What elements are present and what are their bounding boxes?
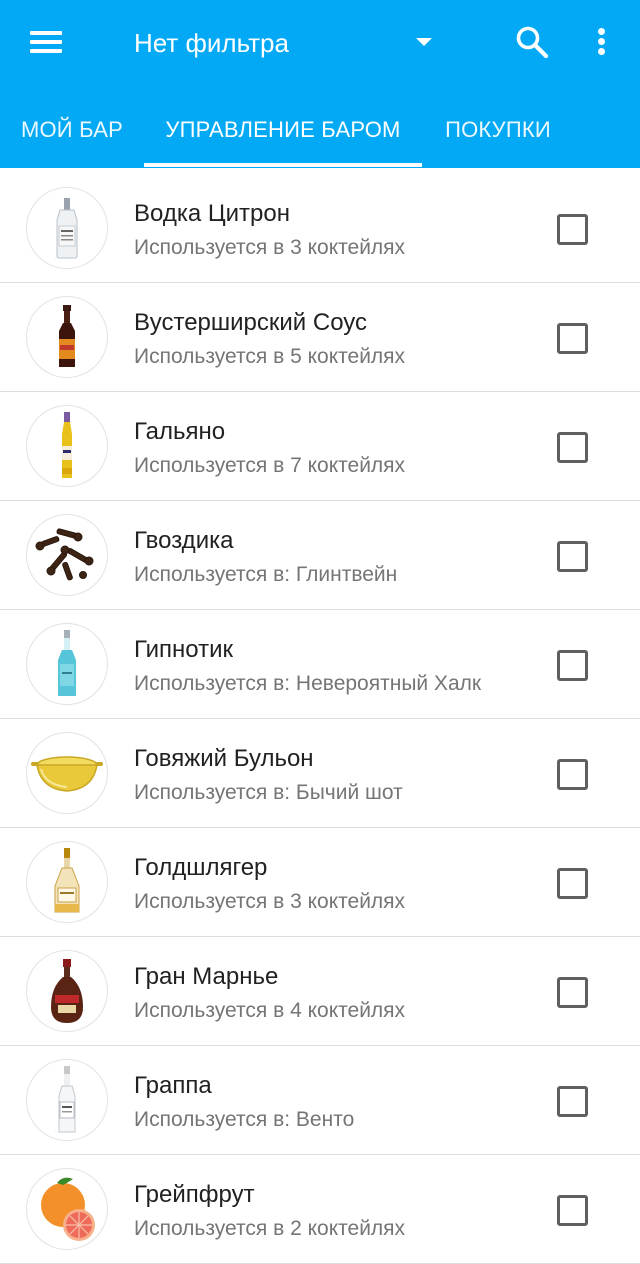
- tab-shopping[interactable]: ПОКУПКИ: [422, 100, 574, 160]
- list-item[interactable]: Гран Марнье Используется в 4 коктейлях: [0, 937, 640, 1046]
- ingredient-usage: Используется в 4 коктейлях: [134, 999, 406, 1022]
- list-item[interactable]: Голдшлягер Используется в 3 коктейлях: [0, 828, 640, 937]
- in-bar-checkbox[interactable]: [557, 650, 588, 681]
- ingredient-usage: Используется в: Бычий шот: [134, 781, 403, 804]
- ingredient-name: Вустерширский Соус: [134, 309, 368, 336]
- in-bar-checkbox[interactable]: [557, 323, 588, 354]
- vodka-bottle-image: [26, 187, 108, 269]
- list-item[interactable]: Гипнотик Используется в: Невероятный Хал…: [0, 610, 640, 719]
- list-item[interactable]: Говяжий Бульон Используется в: Бычий шот: [0, 719, 640, 828]
- broth-bowl-image: [26, 732, 108, 814]
- ingredient-usage: Используется в 2 коктейлях: [134, 1217, 406, 1240]
- ingredient-usage: Используется в 7 коктейлях: [134, 454, 406, 477]
- in-bar-checkbox[interactable]: [557, 868, 588, 899]
- ingredient-usage: Используется в: Невероятный Халк: [134, 672, 482, 695]
- ingredient-name: Гран Марнье: [134, 963, 279, 990]
- grapefruit-image: [26, 1168, 108, 1250]
- tab-bar-management[interactable]: УПРАВЛЕНИЕ БАРОМ: [144, 100, 422, 160]
- ingredient-usage: Используется в 3 коктейлях: [134, 890, 406, 913]
- in-bar-checkbox[interactable]: [557, 214, 588, 245]
- grand-marnier-bottle-image: [26, 950, 108, 1032]
- in-bar-checkbox[interactable]: [557, 1195, 588, 1226]
- ingredient-list: Водка Цитрон Используется в 3 коктейлях …: [0, 174, 640, 1264]
- ingredient-name: Водка Цитрон: [134, 200, 290, 227]
- in-bar-checkbox[interactable]: [557, 541, 588, 572]
- ingredient-name: Грейпфрут: [134, 1181, 255, 1208]
- hpnotiq-bottle-image: [26, 623, 108, 705]
- app-bar: Нет фильтра МОЙ БАР УПРАВЛЕНИЕ БАРОМ ПОК…: [0, 0, 640, 168]
- list-item[interactable]: Водка Цитрон Используется в 3 коктейлях: [0, 174, 640, 283]
- list-item[interactable]: Гвоздика Используется в: Глинтвейн: [0, 501, 640, 610]
- active-tab-indicator: [144, 163, 422, 167]
- goldschlager-bottle-image: [26, 841, 108, 923]
- ingredient-name: Гвоздика: [134, 527, 234, 554]
- more-vertical-icon[interactable]: [590, 24, 614, 60]
- sauce-bottle-image: [26, 296, 108, 378]
- in-bar-checkbox[interactable]: [557, 977, 588, 1008]
- search-icon[interactable]: [514, 24, 550, 60]
- filter-dropdown[interactable]: Нет фильтра: [134, 22, 434, 64]
- ingredient-usage: Используется в 3 коктейлях: [134, 236, 406, 259]
- ingredient-usage: Используется в: Глинтвейн: [134, 563, 398, 586]
- in-bar-checkbox[interactable]: [557, 1086, 588, 1117]
- cloves-image: [26, 514, 108, 596]
- ingredient-name: Гальяно: [134, 418, 226, 445]
- dropdown-arrow-icon: [416, 38, 432, 46]
- in-bar-checkbox[interactable]: [557, 759, 588, 790]
- ingredient-name: Гипнотик: [134, 636, 234, 663]
- grappa-bottle-image: [26, 1059, 108, 1141]
- list-item[interactable]: Грейпфрут Используется в 2 коктейлях: [0, 1155, 640, 1264]
- ingredient-name: Говяжий Бульон: [134, 745, 314, 772]
- ingredient-name: Граппа: [134, 1072, 212, 1099]
- ingredient-usage: Используется в: Венто: [134, 1108, 355, 1131]
- hamburger-menu-icon[interactable]: [30, 28, 64, 56]
- list-item[interactable]: Гальяно Используется в 7 коктейлях: [0, 392, 640, 501]
- list-item[interactable]: Вустерширский Соус Используется в 5 кокт…: [0, 283, 640, 392]
- ingredient-usage: Используется в 5 коктейлях: [134, 345, 406, 368]
- galliano-bottle-image: [26, 405, 108, 487]
- ingredient-name: Голдшлягер: [134, 854, 268, 881]
- in-bar-checkbox[interactable]: [557, 432, 588, 463]
- tab-my-bar[interactable]: МОЙ БАР: [0, 100, 144, 160]
- list-item[interactable]: Граппа Используется в: Венто: [0, 1046, 640, 1155]
- filter-label: Нет фильтра: [134, 28, 289, 58]
